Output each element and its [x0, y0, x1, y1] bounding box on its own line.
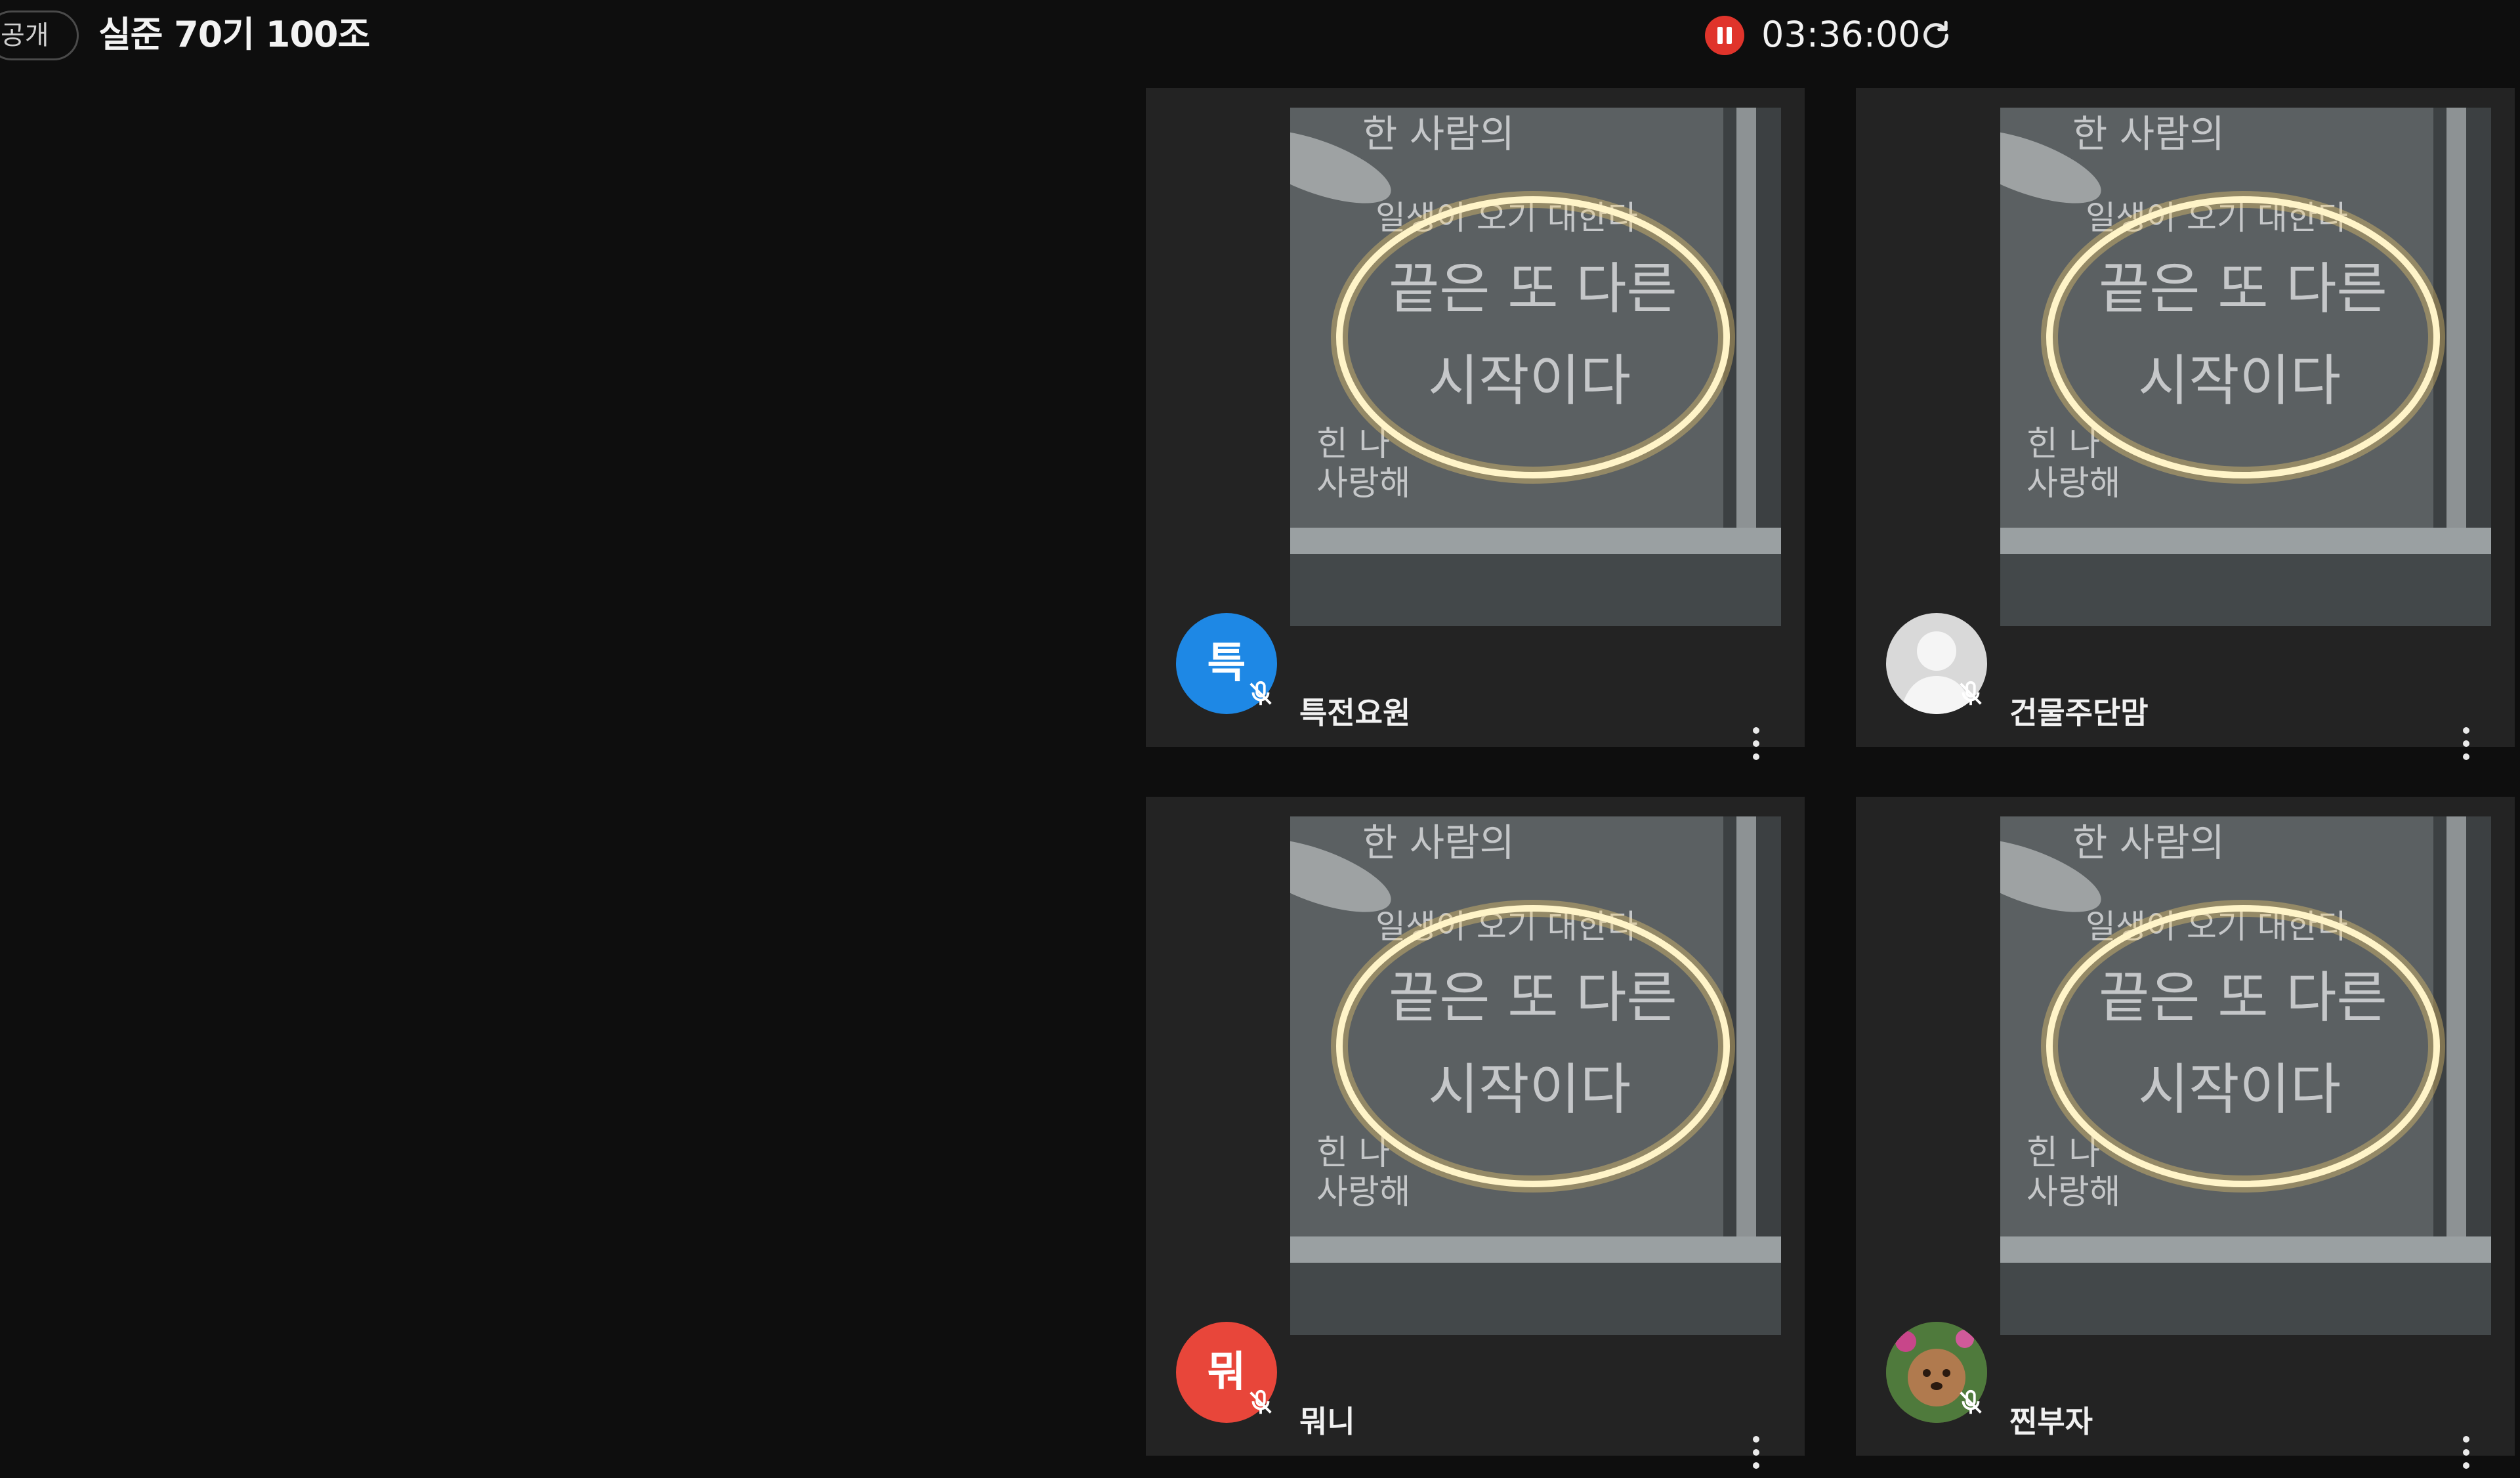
participant-name: 뭐니	[1299, 1404, 1355, 1439]
visibility-badge: 공개	[0, 11, 79, 60]
more-options-icon[interactable]	[1750, 727, 1763, 769]
top-bar: 공개 실준 70기 100조 03:36:00	[0, 0, 2520, 79]
video-stream: 한 사람의 일생이 오기 대한다 끝은 또 다른 시작이다 힌 나 사랑해	[2000, 108, 2491, 626]
svg-text:끝은 또 다른: 끝은 또 다른	[2099, 965, 2387, 1030]
svg-text:시작이다: 시작이다	[1428, 348, 1631, 413]
mic-off-icon	[1960, 681, 1982, 706]
video-stream: 한 사람의 일생이 오기 대한다 끝은 또 다른 시작이다 힌 나 사랑해	[2000, 816, 2491, 1335]
participant-name: 찐부자	[2009, 1404, 2093, 1439]
more-options-icon[interactable]	[2460, 727, 2473, 769]
svg-text:한 사람의: 한 사람의	[2072, 820, 2225, 865]
svg-text:끝은 또 다른: 끝은 또 다른	[2099, 257, 2387, 321]
participant-tile[interactable]: 한 사람의 일생이 오기 대한다 끝은 또 다른 시작이다 힌 나 사랑해 특 …	[1146, 88, 1805, 760]
participant-tile[interactable]: 한 사람의 일생이 오기 대한다 끝은 또 다른 시작이다 힌 나 사랑해 건물…	[1856, 88, 2515, 760]
svg-text:끝은 또 다른: 끝은 또 다른	[1389, 965, 1677, 1030]
room-title: 실준 70기 100조	[98, 14, 370, 55]
mic-off-icon	[1250, 1389, 1272, 1414]
participant-name: 건물주단맘	[2009, 695, 2149, 730]
more-options-icon[interactable]	[1750, 1436, 1763, 1478]
svg-text:끝은 또 다른: 끝은 또 다른	[1389, 257, 1677, 321]
svg-text:시작이다: 시작이다	[2138, 348, 2341, 413]
svg-text:한 사람의: 한 사람의	[2072, 112, 2225, 156]
refresh-icon[interactable]	[1918, 17, 1954, 54]
video-stream: 한 사람의 일생이 오기 대한다 끝은 또 다른 시작이다 힌 나 사랑해	[1290, 816, 1781, 1335]
study-timer: 03:36:00	[1761, 14, 1921, 55]
mic-off-icon	[1250, 681, 1272, 706]
svg-text:사랑해: 사랑해	[2026, 464, 2121, 503]
svg-text:사랑해: 사랑해	[2026, 1173, 2121, 1212]
mic-off-icon	[1960, 1389, 1982, 1414]
svg-text:시작이다: 시작이다	[1428, 1057, 1631, 1122]
svg-text:시작이다: 시작이다	[2138, 1057, 2341, 1122]
participant-name: 특전요원	[1299, 695, 1411, 730]
svg-text:사랑해: 사랑해	[1316, 464, 1411, 503]
video-stream: 한 사람의 일생이 오기 대한다 끝은 또 다른 시작이다 힌 나 사랑해	[1290, 108, 1781, 626]
more-options-icon[interactable]	[2460, 1436, 2473, 1478]
participant-tile[interactable]: 한 사람의 일생이 오기 대한다 끝은 또 다른 시작이다 힌 나 사랑해 찐부…	[1856, 797, 2515, 1469]
svg-text:한 사람의: 한 사람의	[1362, 820, 1515, 865]
pause-icon[interactable]	[1705, 16, 1744, 55]
svg-text:사랑해: 사랑해	[1316, 1173, 1411, 1212]
svg-text:한 사람의: 한 사람의	[1362, 112, 1515, 156]
participant-tile[interactable]: 한 사람의 일생이 오기 대한다 끝은 또 다른 시작이다 힌 나 사랑해 뭐 …	[1146, 797, 1805, 1469]
